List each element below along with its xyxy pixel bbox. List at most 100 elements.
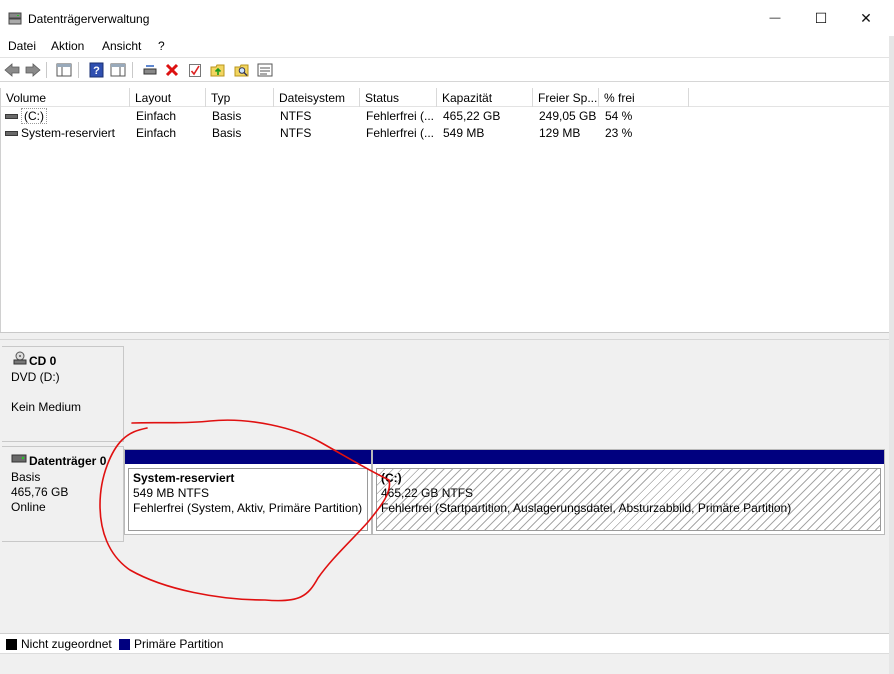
close-icon: ✕ [860,9,872,26]
maximize-icon: ☐ [814,9,828,26]
partition-body: (C:) 465,22 GB NTFS Fehlerfrei (Startpar… [376,468,881,531]
column-header-freier-speicher[interactable]: Freier Sp... [533,88,599,107]
window-right-edge [889,36,894,674]
minimize-button[interactable]: — [752,0,798,36]
partition-header-bar [125,450,371,464]
volume-capacity: 465,22 GB [443,109,501,123]
list-view-button[interactable] [256,61,274,79]
disk-line: Online [11,500,46,514]
menu-ansicht[interactable]: Ansicht [102,39,141,53]
menu-aktion[interactable]: Aktion [51,39,84,53]
partition-system-reserved[interactable]: System-reserviert 549 MB NTFS Fehlerfrei… [124,449,372,535]
partition-c[interactable]: (C:) 465,22 GB NTFS Fehlerfrei (Startpar… [372,449,885,535]
volume-type: Basis [212,109,242,123]
minimize-icon: — [769,12,781,24]
disk-title: Datenträger 0 [29,454,107,468]
column-header-layout[interactable]: Layout [130,88,206,107]
toolbar-separator [132,62,133,78]
back-arrow-icon [4,63,20,77]
title-bar: Datenträgerverwaltung — ☐ ✕ [0,0,894,36]
partition-status: Fehlerfrei (Startpartition, Auslagerungs… [381,501,792,515]
volume-percent-free: 23 % [605,126,633,140]
menu-datei[interactable]: Datei [8,39,36,53]
partition-size: 465,22 GB NTFS [381,486,474,500]
console-tree-icon [56,63,72,77]
folder-search-icon [234,64,249,76]
column-header-typ[interactable]: Typ [206,88,274,107]
menu-help[interactable]: ? [158,39,165,53]
forward-arrow-icon [25,63,41,77]
partition-name: (C:) [381,471,402,485]
volume-free-space: 129 MB [539,126,581,140]
table-row[interactable]: (C:) Einfach Basis NTFS Fehlerfrei (... … [1,108,890,125]
help-icon: ? [89,62,103,78]
help-button[interactable]: ? [87,61,105,79]
folder-search-button[interactable] [233,61,251,79]
column-header-volume[interactable]: Volume [1,88,130,107]
list-view-icon [257,63,273,77]
disk-line: DVD (D:) [11,370,60,384]
connect-button[interactable] [141,61,159,79]
table-row[interactable]: System-reserviert Einfach Basis NTFS Feh… [1,125,890,142]
column-header-kapazitaet[interactable]: Kapazität [437,88,533,107]
disk-label-disk0[interactable]: Datenträger 0 Basis 465,76 GB Online [2,446,124,542]
disk-management-icon [8,12,22,25]
volume-status: Fehlerfrei (... [366,109,435,123]
disk-line: Basis [11,470,41,484]
menu-bar: Datei Aktion Ansicht ? [0,36,894,57]
show-console-tree-button[interactable] [55,61,73,79]
maximize-button[interactable]: ☐ [798,0,844,36]
volume-filesystem: NTFS [280,109,312,123]
volume-name: System-reserviert [21,126,116,140]
column-header-prozent-frei[interactable]: % frei [599,88,689,107]
legend-swatch-unallocated [6,639,17,650]
toolbar-separator [78,62,79,78]
disk-graphical-view: CD 0 DVD (D:) Kein Medium Datenträger 0 … [0,340,889,633]
status-bar [0,653,889,674]
disk-label-cd0[interactable]: CD 0 DVD (D:) Kein Medium [2,346,124,442]
disk-title: CD 0 [29,354,57,368]
connect-drive-icon [143,65,157,75]
volume-status: Fehlerfrei (... [366,126,435,140]
volume-filesystem: NTFS [280,126,312,140]
cd-drive-icon [13,351,27,365]
volume-percent-free: 54 % [605,109,633,123]
pane-splitter[interactable] [0,332,889,340]
svg-text:?: ? [93,65,100,77]
toolbar: ? [0,57,894,82]
partition-name: System-reserviert [133,471,235,485]
legend-label-unallocated: Nicht zugeordnet [21,637,112,651]
legend-bar: Nicht zugeordnet Primäre Partition [0,633,889,653]
show-action-pane-button[interactable] [109,61,127,79]
volume-capacity: 549 MB [443,126,485,140]
volume-layout: Einfach [136,109,177,123]
disk-line: Kein Medium [11,400,82,414]
folder-up-button[interactable] [209,61,227,79]
legend-label-primary: Primäre Partition [134,637,224,651]
partition-size: 549 MB NTFS [133,486,210,500]
partition-body: System-reserviert 549 MB NTFS Fehlerfrei… [128,468,368,531]
folder-up-icon [210,64,225,76]
column-header-status[interactable]: Status [360,88,437,107]
delete-icon [165,63,179,77]
drive-icon [5,114,18,119]
legend-swatch-primary [119,639,130,650]
drive-icon [5,131,18,136]
window-title: Datenträgerverwaltung [28,12,150,26]
forward-button[interactable] [24,61,42,79]
back-button[interactable] [3,61,21,79]
column-header-dateisystem[interactable]: Dateisystem [274,88,360,107]
volume-free-space: 249,05 GB [539,109,597,123]
partition-status: Fehlerfrei (System, Aktiv, Primäre Parti… [133,501,363,515]
volume-type: Basis [212,126,242,140]
volume-layout: Einfach [136,126,177,140]
check-button[interactable] [186,61,204,79]
volume-name: (C:) [21,108,47,124]
properties-panel-icon [110,63,126,77]
disk-line: 465,76 GB [11,485,69,499]
close-button[interactable]: ✕ [843,0,889,36]
delete-button[interactable] [163,61,181,79]
toolbar-separator [46,62,47,78]
partition-header-bar [373,450,884,464]
check-icon [189,63,201,77]
